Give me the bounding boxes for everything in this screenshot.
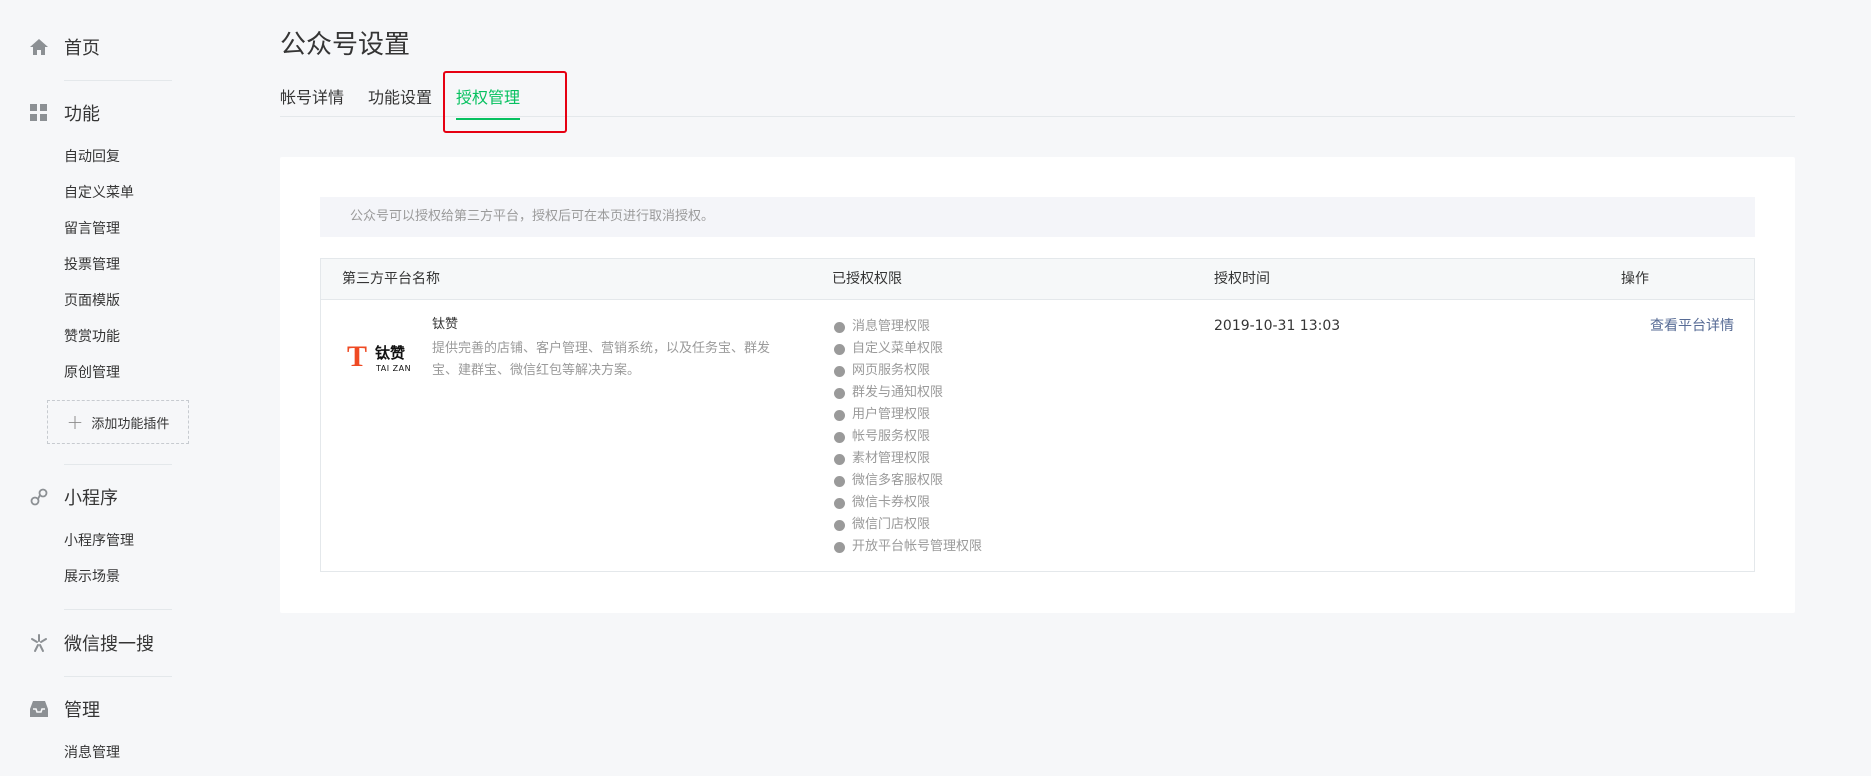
- sidebar-functions[interactable]: 功能: [28, 98, 100, 128]
- list-item: 网页服务权限: [834, 360, 982, 382]
- bullet-icon: [834, 541, 845, 553]
- header-permissions: 已授权权限: [832, 271, 902, 287]
- notice-banner: 公众号可以授权给第三方平台，授权后可在本页进行取消授权。: [320, 197, 1755, 237]
- list-item: 素材管理权限: [834, 448, 982, 470]
- sidebar-manage[interactable]: 管理: [28, 694, 100, 724]
- table-header: 第三方平台名称 已授权权限 授权时间 操作: [321, 259, 1754, 300]
- sidebar-item-original[interactable]: 原创管理: [64, 363, 120, 383]
- bullet-icon: [834, 387, 845, 399]
- content-card: 公众号可以授权给第三方平台，授权后可在本页进行取消授权。 第三方平台名称 已授权…: [280, 157, 1795, 613]
- sidebar-manage-label: 管理: [64, 700, 100, 721]
- permission-list: 消息管理权限 自定义菜单权限 网页服务权限 群发与通知权限 用户管理权限 帐号服…: [834, 316, 982, 558]
- list-item: 消息管理权限: [834, 316, 982, 338]
- sidebar-search[interactable]: 微信搜一搜: [28, 628, 154, 658]
- divider: [64, 80, 172, 81]
- bullet-icon: [834, 343, 845, 355]
- sidebar-item-messages[interactable]: 消息管理: [64, 743, 120, 763]
- list-item: 群发与通知权限: [834, 382, 982, 404]
- list-item: 微信门店权限: [834, 514, 982, 536]
- sidebar-item-rewards[interactable]: 赞赏功能: [64, 327, 120, 347]
- sidebar-item-custom-menu[interactable]: 自定义菜单: [64, 183, 134, 203]
- list-item: 微信卡券权限: [834, 492, 982, 514]
- header-auth-time: 授权时间: [1214, 271, 1270, 287]
- plus-icon: +: [66, 410, 84, 434]
- home-icon: [28, 36, 50, 58]
- sidebar-item-display-scenes[interactable]: 展示场景: [64, 567, 120, 587]
- platform-name: 钛赞: [432, 317, 459, 332]
- sidebar-home[interactable]: 首页: [28, 32, 100, 62]
- inbox-icon: [28, 698, 50, 720]
- table-row: T 钛赞 TAI ZAN 钛赞 提供完善的店铺、客户管理、营销系统，以及任务宝、…: [321, 300, 1754, 571]
- bullet-icon: [834, 497, 845, 509]
- divider: [64, 464, 172, 465]
- bullet-icon: [834, 409, 845, 421]
- view-platform-details-link[interactable]: 查看平台详情: [1650, 316, 1734, 336]
- header-actions: 操作: [1621, 271, 1649, 287]
- list-item: 开放平台帐号管理权限: [834, 536, 982, 558]
- authorization-time: 2019-10-31 13:03: [1214, 318, 1341, 334]
- bullet-icon: [834, 453, 845, 465]
- sidebar: 首页 功能 自动回复 自定义菜单 留言管理 投票管理 页面模版 赞赏功能 原创管…: [0, 0, 240, 776]
- sidebar-item-votes[interactable]: 投票管理: [64, 255, 120, 275]
- sidebar-miniprogram-label: 小程序: [64, 488, 118, 509]
- platform-description: 提供完善的店铺、客户管理、营销系统，以及任务宝、群发宝、建群宝、微信红包等解决方…: [432, 341, 771, 378]
- grid-icon: [28, 102, 50, 124]
- sidebar-item-miniprogram-manage[interactable]: 小程序管理: [64, 531, 134, 551]
- tab-bar: 帐号详情 功能设置 授权管理: [280, 70, 1795, 120]
- sidebar-item-page-templates[interactable]: 页面模版: [64, 291, 120, 311]
- sidebar-miniprogram[interactable]: 小程序: [28, 482, 118, 512]
- sidebar-home-label: 首页: [64, 38, 100, 59]
- list-item: 用户管理权限: [834, 404, 982, 426]
- bullet-icon: [834, 321, 845, 333]
- authorization-table: 第三方平台名称 已授权权限 授权时间 操作 T 钛赞 TAI ZAN 钛赞 提供…: [320, 258, 1755, 572]
- sidebar-search-label: 微信搜一搜: [64, 634, 154, 655]
- bullet-icon: [834, 519, 845, 531]
- divider: [64, 609, 172, 610]
- bullet-icon: [834, 475, 845, 487]
- link-icon: [28, 486, 50, 508]
- sidebar-item-auto-reply[interactable]: 自动回复: [64, 147, 120, 167]
- bullet-icon: [834, 365, 845, 377]
- sidebar-item-comments[interactable]: 留言管理: [64, 219, 120, 239]
- list-item: 微信多客服权限: [834, 470, 982, 492]
- list-item: 帐号服务权限: [834, 426, 982, 448]
- tab-function-settings[interactable]: 功能设置: [368, 84, 432, 117]
- header-platform-name: 第三方平台名称: [342, 271, 440, 287]
- add-plugin-label: 添加功能插件: [91, 416, 170, 432]
- tab-authorization[interactable]: 授权管理: [456, 84, 521, 120]
- tab-account-details[interactable]: 帐号详情: [280, 84, 344, 117]
- bullet-icon: [834, 431, 845, 443]
- divider: [64, 676, 172, 677]
- sidebar-functions-label: 功能: [64, 104, 100, 125]
- page-title: 公众号设置: [280, 30, 411, 60]
- list-item: 自定义菜单权限: [834, 338, 982, 360]
- taizan-logo: T 钛赞 TAI ZAN: [347, 340, 412, 374]
- add-plugin-button[interactable]: + 添加功能插件: [47, 400, 189, 444]
- search-star-icon: [28, 632, 50, 654]
